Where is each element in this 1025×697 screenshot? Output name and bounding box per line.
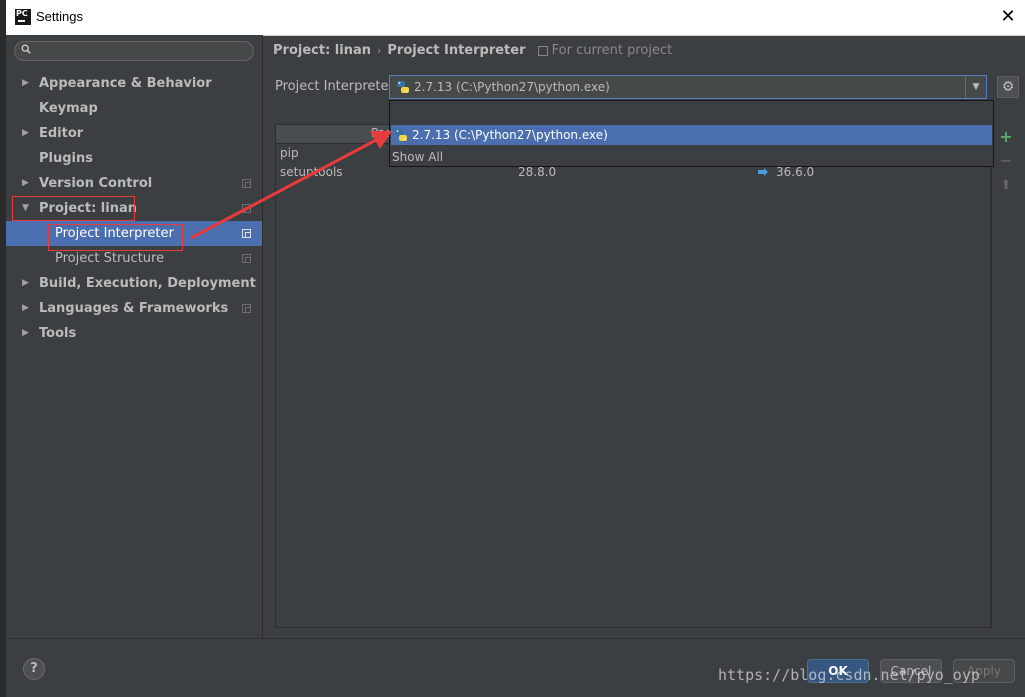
help-button[interactable]: ? (23, 658, 45, 680)
project-scope-icon (242, 229, 251, 238)
sidebar-item-keymap[interactable]: Keymap (6, 96, 262, 121)
search-icon (21, 44, 31, 54)
upgrade-available-icon (758, 168, 768, 176)
expand-arrow-icon[interactable]: ▶ (22, 321, 29, 346)
breadcrumb-project: Project: linan (273, 43, 371, 58)
sidebar-item-languages-frameworks[interactable]: ▶ Languages & Frameworks (6, 296, 262, 321)
breadcrumb-separator: › (376, 44, 382, 57)
collapse-arrow-icon[interactable]: ▼ (22, 196, 29, 221)
package-name: pip (280, 146, 299, 160)
settings-dialog: PC Settings ✕ ▶ Appearance & Behavior Ke… (6, 0, 1025, 697)
sidebar-item-version-control[interactable]: ▶ Version Control (6, 171, 262, 196)
settings-search-box[interactable] (14, 41, 254, 61)
project-scope-icon (242, 179, 251, 188)
sidebar-item-appearance-behavior[interactable]: ▶ Appearance & Behavior (6, 71, 262, 96)
package-name: setuptools (280, 165, 343, 179)
breadcrumb: Project: linan › Project Interpreter For c… (273, 43, 672, 58)
sidebar-item-editor[interactable]: ▶ Editor (6, 121, 262, 146)
close-icon[interactable]: ✕ (997, 6, 1019, 28)
sidebar-item-label: Plugins (39, 151, 93, 166)
project-scope-icon (242, 254, 251, 263)
sidebar-item-label: Build, Execution, Deployment (39, 276, 256, 291)
sidebar-item-plugins[interactable]: Plugins (6, 146, 262, 171)
package-latest-version: 36.6.0 (776, 165, 815, 179)
search-input[interactable] (37, 43, 253, 61)
interpreter-select[interactable]: 2.7.13 (C:\Python27\python.exe) ▼ (389, 75, 987, 99)
sidebar-item-label: Project: linan (39, 201, 137, 216)
sidebar-item-tools[interactable]: ▶ Tools (6, 321, 262, 346)
python-icon (395, 129, 407, 141)
sidebar-item-label: Project Structure (55, 251, 165, 266)
sidebar-item-label: Tools (39, 326, 77, 341)
gear-icon[interactable]: ⚙ (997, 76, 1019, 98)
interpreter-label: Project Interpreter: (275, 79, 399, 94)
expand-arrow-icon[interactable]: ▶ (22, 271, 29, 296)
project-scope-icon (537, 45, 548, 56)
sidebar-item-label: Appearance & Behavior (39, 76, 212, 91)
add-package-icon[interactable]: + (999, 129, 1013, 145)
pycharm-app-icon: PC (15, 9, 31, 25)
title-bar[interactable]: PC Settings ✕ (6, 0, 1025, 36)
sidebar-item-label: Languages & Frameworks (39, 301, 229, 316)
expand-arrow-icon[interactable]: ▶ (22, 71, 29, 96)
sidebar-item-label: Editor (39, 126, 84, 141)
upgrade-package-icon[interactable]: ⬆ (999, 179, 1013, 193)
package-toolbar: + − ⬆ (991, 124, 1020, 628)
python-icon (397, 81, 409, 93)
watermark: https://blog.csdn.net/pyo_oyp (718, 666, 980, 684)
sidebar-item-project-structure[interactable]: Project Structure (6, 246, 262, 271)
project-scope-icon (242, 204, 251, 213)
interpreter-option-label: 2.7.13 (C:\Python27\python.exe) (412, 128, 608, 142)
package-version: 28.8.0 (518, 165, 557, 179)
sidebar-item-project-linan[interactable]: ▼ Project: linan (6, 196, 262, 221)
sidebar-item-project-interpreter[interactable]: Project Interpreter (6, 221, 262, 246)
breadcrumb-page: Project Interpreter (387, 43, 526, 58)
settings-sidebar: ▶ Appearance & Behavior Keymap ▶ Editor … (6, 35, 263, 638)
interpreter-option[interactable]: 2.7.13 (C:\Python27\python.exe) (391, 125, 992, 145)
sidebar-item-label: Version Control (39, 176, 153, 191)
scope-hint: For current project (537, 43, 673, 58)
interpreter-value: 2.7.13 (C:\Python27\python.exe) (414, 80, 610, 94)
sidebar-item-label: Project Interpreter (55, 226, 174, 241)
packages-table: Pac pip setuptools 28.8.0 36.6.0 (275, 124, 991, 628)
chevron-down-icon[interactable]: ▼ (965, 76, 986, 98)
expand-arrow-icon[interactable]: ▶ (22, 171, 29, 196)
interpreter-dropdown-list: 2.7.13 (C:\Python27\python.exe) Show All (389, 100, 994, 167)
sidebar-item-label: Keymap (39, 101, 98, 116)
show-all-option[interactable]: Show All (392, 150, 443, 164)
expand-arrow-icon[interactable]: ▶ (22, 296, 29, 321)
sidebar-item-build-execution-deployment[interactable]: ▶ Build, Execution, Deployment (6, 271, 262, 296)
expand-arrow-icon[interactable]: ▶ (22, 121, 29, 146)
project-scope-icon (242, 304, 251, 313)
remove-package-icon[interactable]: − (999, 153, 1013, 169)
scope-hint-text: For current project (551, 43, 673, 58)
window-title: Settings (36, 9, 83, 24)
